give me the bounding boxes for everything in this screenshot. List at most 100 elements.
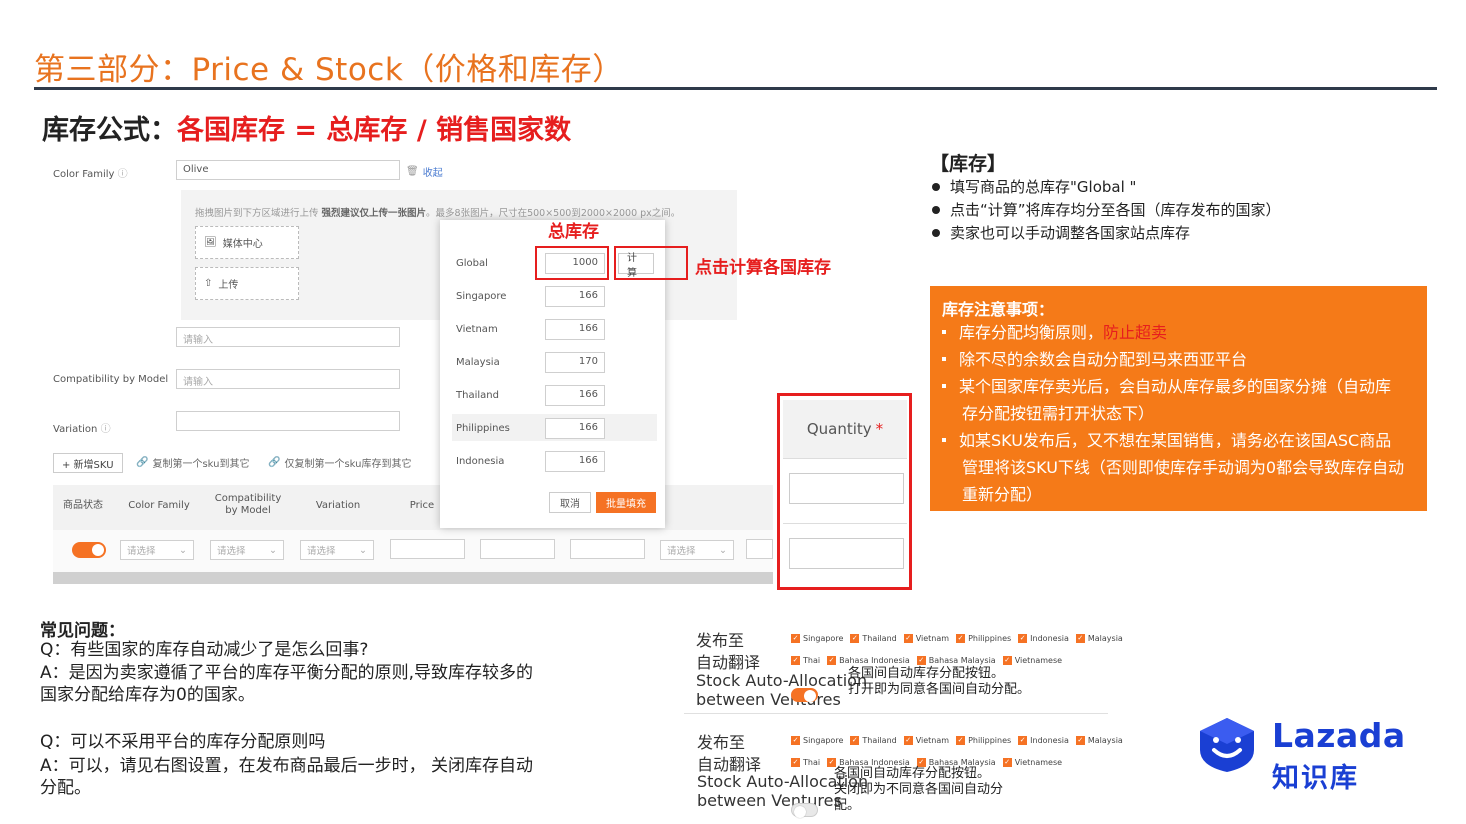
header-variation: Variation <box>315 500 361 511</box>
stock-bullet-2: 点击“计算”将库存均分至各国（库存发布的国家） <box>932 199 1281 220</box>
lazada-logo-icon <box>1196 716 1258 778</box>
faq-title: 常见问题： <box>40 621 125 641</box>
stock-bullet-1: 填写商品的总库存"Global " <box>932 176 1136 197</box>
header-price: Price <box>409 500 435 511</box>
faq-question-2: Q：可以不采用平台的库存分配原则吗 <box>40 732 326 752</box>
checkbox-philippines[interactable]: ✓ Philippines <box>956 736 1011 745</box>
chevron-down-icon: ⌄ <box>359 544 367 556</box>
lazada-logo-text: Lazada <box>1272 716 1406 755</box>
title-divider <box>34 87 1437 90</box>
notice-item-1: 库存分配均衡原则，防止超卖 <box>942 319 1427 346</box>
checkbox-singapore[interactable]: ✓ Singapore <box>791 634 843 643</box>
header-color-family: Color Family <box>128 500 190 511</box>
price-cell[interactable] <box>390 539 465 559</box>
color-family-label: Color Family ⓘ <box>53 169 128 180</box>
auto-alloc-toggle-on[interactable] <box>791 688 818 702</box>
checkbox-vietnamese[interactable]: ✓ Vietnamese <box>1002 758 1062 767</box>
batch-fill-button[interactable]: 批量填充 <box>596 492 656 513</box>
checkbox-bahasa-malaysia[interactable]: ✓ Bahasa Malaysia <box>916 656 996 665</box>
faq-answer-1-line2: 国家分配给库存为0的国家。 <box>40 685 255 705</box>
chevron-down-icon: ⌄ <box>269 544 277 556</box>
variation-select[interactable]: 请选择 ⌄ <box>300 540 374 560</box>
upload-button[interactable]: ⇧ 上传 <box>195 267 299 300</box>
faq-answer-2-line2: 分配。 <box>40 778 91 798</box>
stock-formula: 库存公式：各国库存 = 总库存 / 销售国家数 <box>42 108 571 147</box>
copy-first-sku-link[interactable]: 🔗 复制第一个sku到其它 <box>136 455 249 470</box>
quantity-input-1[interactable] <box>789 473 904 504</box>
off-note: 各国间自动库存分配按钮。 关闭即为不同意各国间自动分 配。 <box>834 766 1004 813</box>
vietnam-stock-input[interactable]: 166 <box>545 319 605 340</box>
calculate-button[interactable]: 计算 <box>618 253 654 279</box>
publish-to-label: 发布至 <box>696 631 745 650</box>
checkbox-philippines[interactable]: ✓ Philippines <box>956 634 1011 643</box>
media-center-button[interactable]: 🖼 媒体中心 <box>195 226 299 259</box>
thailand-stock-input[interactable]: 166 <box>545 385 605 406</box>
checkbox-indonesia[interactable]: ✓ Indonesia <box>1018 736 1069 745</box>
country-label-indonesia: Indonesia <box>456 456 505 467</box>
cut-off-cell[interactable] <box>746 539 773 559</box>
variation-label: Variation ⓘ <box>53 424 111 435</box>
checkbox-thailand[interactable]: ✓ Thailand <box>850 634 897 643</box>
slide-title: 第三部分：Price & Stock（价格和库存） <box>34 52 624 88</box>
knowledge-base-text: 知识库 <box>1272 763 1359 794</box>
faq-answer-2-line1: A：可以，请见右图设置，在发布商品最后一步时， 关闭库存自动 <box>40 756 534 776</box>
philippines-stock-input[interactable]: 166 <box>545 418 605 439</box>
quantity-header: Quantity * <box>783 400 907 458</box>
status-toggle[interactable] <box>72 542 106 558</box>
checkbox-bahasa-indonesia[interactable]: ✓ Bahasa Indonesia <box>827 656 910 665</box>
color-family-select[interactable]: 请选择 ⌄ <box>120 540 194 560</box>
quantity-input-2[interactable] <box>789 538 904 569</box>
country-checkboxes: ✓ Singapore ✓ Thailand ✓ Vietnam ✓ Philippines ✓… <box>791 625 1130 644</box>
text-input[interactable]: 请输入 <box>176 327 400 347</box>
language-checkboxes: ✓ Thai ✓ Bahasa Indonesia ✓ Bahasa Malaysia ✓ V… <box>791 647 1069 666</box>
compatibility-input[interactable]: 请输入 <box>176 369 400 389</box>
copy-first-sku-stock-link[interactable]: 🔗 仅复制第一个sku库存到其它 <box>268 455 411 470</box>
publish-to-label: 发布至 <box>697 733 746 752</box>
country-label-malaysia: Malaysia <box>456 357 500 368</box>
header-status: 商品状态 <box>63 500 103 511</box>
checkbox-vietnam[interactable]: ✓ Vietnam <box>903 634 949 643</box>
horizontal-scrollbar[interactable] <box>53 572 773 584</box>
bullet-dot <box>932 228 940 237</box>
checkbox-thai[interactable]: ✓ Thai <box>791 656 820 665</box>
info-icon: ⓘ <box>100 424 111 435</box>
trash-icon[interactable]: 🗑 <box>406 166 419 177</box>
stock-bullet-3: 卖家也可以手动调整各国家站点库存 <box>932 222 1190 243</box>
extra-select[interactable]: 请选择 ⌄ <box>660 540 734 560</box>
country-label-thailand: Thailand <box>456 390 499 401</box>
auto-alloc-toggle-off[interactable] <box>791 803 818 818</box>
upload-hint: 拖拽图片到下方区域进行上传 强烈建议仅上传一张图片。最多8张图片，尺寸在500×… <box>195 208 681 219</box>
link-icon: 🔗 <box>268 457 281 468</box>
notice-item-4: 如某SKU发布后，又不想在某国销售，请务必在该国ASC商品 管理将该SKU下线（否… <box>942 427 1427 508</box>
singapore-stock-input[interactable]: 166 <box>545 286 605 307</box>
cancel-button[interactable]: 取消 <box>549 492 591 513</box>
notice-list: 库存分配均衡原则，防止超卖 除不尽的余数会自动分配到马来西亚平台 某个国家库存卖… <box>942 319 1427 508</box>
special-price-cell[interactable] <box>480 539 555 559</box>
quantity-cell[interactable] <box>570 539 645 559</box>
indonesia-stock-input[interactable]: 166 <box>545 451 605 472</box>
auto-alloc-label: Stock Auto-Allocation between Ventures <box>696 671 868 709</box>
stock-info-title: 【库存】 <box>930 153 1007 175</box>
checkbox-malaysia[interactable]: ✓ Malaysia <box>1075 634 1123 643</box>
malaysia-stock-input[interactable]: 170 <box>545 352 605 373</box>
checkbox-indonesia[interactable]: ✓ Indonesia <box>1018 634 1069 643</box>
checkbox-thailand[interactable]: ✓ Thailand <box>850 736 897 745</box>
formula-body: 各国库存 = 总库存 / 销售国家数 <box>177 115 572 146</box>
chevron-down-icon: ⌄ <box>719 544 727 556</box>
image-icon: 🖼 <box>204 237 217 248</box>
global-stock-input[interactable]: 1000 <box>545 253 605 274</box>
link-icon: 🔗 <box>136 457 149 468</box>
checkbox-singapore[interactable]: ✓ Singapore <box>791 736 843 745</box>
formula-prefix: 库存公式： <box>42 115 177 146</box>
add-sku-button[interactable]: + 新增SKU <box>53 453 123 473</box>
chevron-down-icon: ⌄ <box>179 544 187 556</box>
compatibility-select[interactable]: 请选择 ⌄ <box>210 540 284 560</box>
checkbox-vietnam[interactable]: ✓ Vietnam <box>903 736 949 745</box>
variation-input[interactable] <box>176 411 400 431</box>
checkbox-thai[interactable]: ✓ Thai <box>791 758 820 767</box>
color-family-input[interactable]: Olive <box>176 160 400 180</box>
header-compatibility: Compatibility by Model <box>214 493 282 516</box>
checkbox-malaysia[interactable]: ✓ Malaysia <box>1075 736 1123 745</box>
collapse-link[interactable]: 🗑 收起 <box>406 164 443 179</box>
checkbox-vietnamese[interactable]: ✓ Vietnamese <box>1002 656 1062 665</box>
